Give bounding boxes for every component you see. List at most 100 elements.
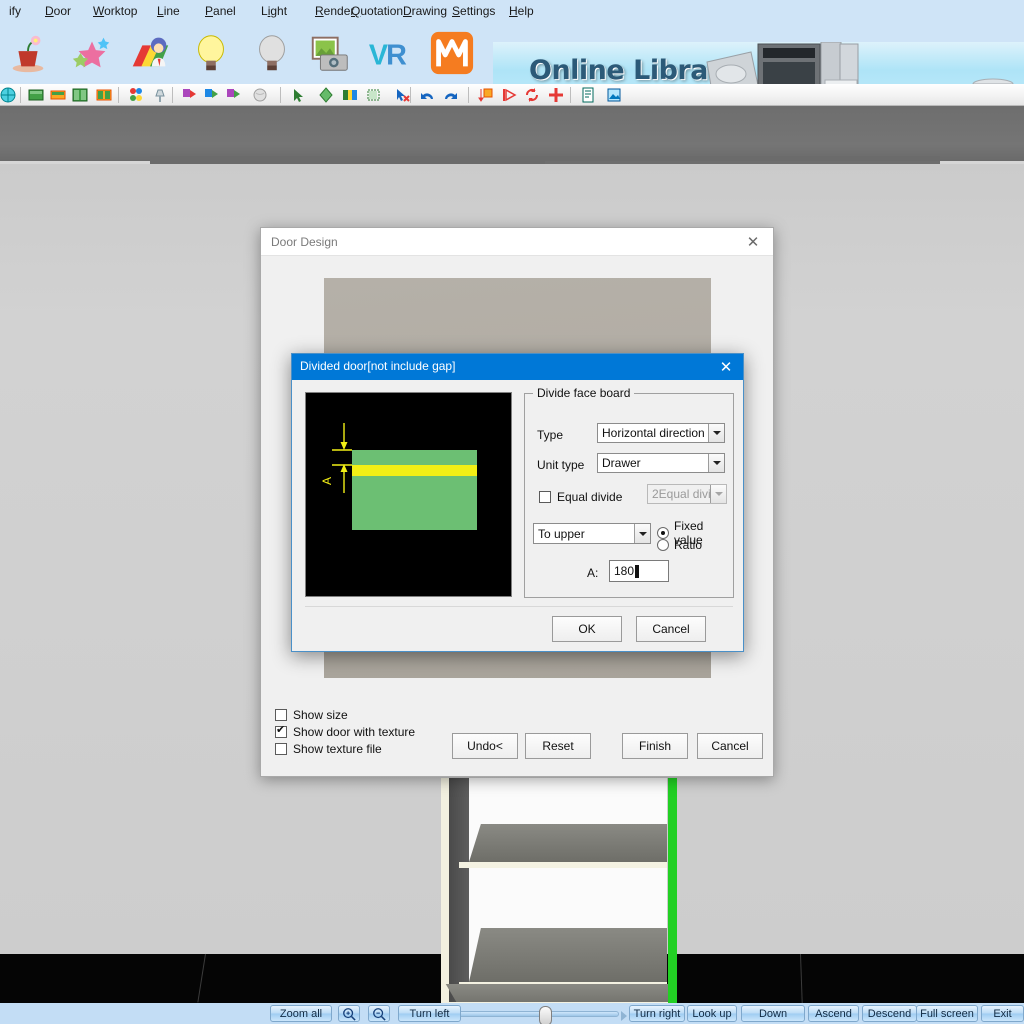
checkbox-show-door-with-texture-box[interactable]	[275, 724, 287, 738]
photo-camera-icon[interactable]	[306, 30, 354, 76]
unit-type-select[interactable]: Drawer	[597, 453, 725, 473]
reset-button[interactable]: Reset	[525, 733, 591, 759]
menu-item-door[interactable]: Door	[36, 0, 80, 22]
secondary-toolbar	[0, 84, 1024, 106]
toolbar-separator	[172, 87, 173, 103]
refresh-icon[interactable]	[524, 87, 540, 103]
design-person-icon[interactable]	[126, 30, 174, 76]
divided-door-title: Divided door[not include gap]	[300, 359, 456, 373]
vr-icon[interactable]: VR	[366, 30, 414, 76]
cabinet-base-icon[interactable]	[28, 87, 44, 103]
cabinet-shelf-top	[469, 824, 667, 862]
slider-right-arrow-icon[interactable]	[621, 1011, 627, 1021]
divided-door-cancel-button[interactable]: Cancel	[636, 616, 706, 642]
wall-upper	[0, 106, 1024, 161]
cancel-button[interactable]: Cancel	[697, 733, 763, 759]
turn-left-button[interactable]: Turn left	[398, 1005, 461, 1022]
chevron-down-icon[interactable]	[634, 524, 650, 543]
svg-text:R: R	[386, 40, 407, 72]
render-green-icon[interactable]	[204, 87, 220, 103]
ascend-button[interactable]: Ascend	[808, 1005, 859, 1022]
cabinet-selected-edge-lower	[668, 952, 677, 1003]
descend-button[interactable]: Descend	[862, 1005, 917, 1022]
slider-track[interactable]	[442, 1011, 619, 1017]
magnifier-plus-icon[interactable]	[338, 1005, 360, 1022]
divided-door-dialog[interactable]: Divided door[not include gap] ✕ A Divide…	[291, 353, 744, 652]
undo-button[interactable]: Undo<	[452, 733, 518, 759]
checkbox-equal-divide[interactable]: Equal divide	[539, 488, 622, 505]
toolbar-separator	[118, 87, 119, 103]
cabinet-wall-icon[interactable]	[72, 87, 88, 103]
online-library-banner[interactable]: Online Library	[493, 42, 1024, 84]
divide-position-select[interactable]: To upper	[533, 523, 651, 544]
divided-door-titlebar[interactable]: Divided door[not include gap] ✕	[292, 354, 743, 380]
menu-item-ify[interactable]: ify	[0, 0, 30, 22]
menu-item-panel[interactable]: Panel	[196, 0, 245, 22]
checkbox-show-size-box[interactable]	[275, 708, 287, 721]
door-design-titlebar[interactable]: Door Design ✕	[261, 228, 773, 256]
document-icon[interactable]	[580, 87, 596, 103]
cabinet-left-panel	[441, 778, 449, 1003]
deselect-icon[interactable]	[394, 87, 410, 103]
exit-button[interactable]: Exit	[981, 1005, 1024, 1022]
color-palette-icon[interactable]	[128, 87, 144, 103]
book-icon[interactable]	[342, 87, 358, 103]
ok-button[interactable]: OK	[552, 616, 622, 642]
cabinet-model[interactable]	[441, 778, 677, 1003]
plant-pot-icon[interactable]	[4, 30, 52, 76]
menu-item-line[interactable]: Line	[148, 0, 189, 22]
light-on-icon[interactable]	[187, 30, 235, 76]
finish-button[interactable]: Finish	[622, 733, 688, 759]
a-value-input[interactable]: 180	[609, 560, 669, 582]
close-icon[interactable]: ✕	[739, 232, 767, 252]
a-value-label: A:	[587, 566, 599, 580]
checkbox-show-texture-file-box[interactable]	[275, 742, 287, 755]
sphere-icon[interactable]	[252, 87, 268, 103]
zoom-all-button[interactable]: Zoom all	[270, 1005, 332, 1022]
effects-star-icon[interactable]	[68, 30, 116, 76]
light-off-icon[interactable]	[248, 30, 296, 76]
menu-item-help[interactable]: Help	[500, 0, 543, 22]
undo-icon[interactable]	[420, 87, 436, 103]
export-image-icon[interactable]	[606, 87, 622, 103]
look-up-button[interactable]: Look up	[687, 1005, 737, 1022]
down-button[interactable]: Down	[741, 1005, 805, 1022]
menu-item-light[interactable]: Light	[252, 0, 296, 22]
render-red-icon[interactable]	[182, 87, 198, 103]
chevron-down-icon[interactable]	[708, 424, 724, 442]
cabinet-tall-icon[interactable]	[96, 87, 112, 103]
move-icon[interactable]	[548, 87, 564, 103]
menu-item-settings[interactable]: Settings	[443, 0, 504, 22]
checkbox-equal-divide-box[interactable]	[539, 490, 551, 503]
magnifier-minus-icon[interactable]	[368, 1005, 390, 1022]
checkbox-show-size[interactable]: Show size	[275, 706, 495, 723]
globe-icon[interactable]	[0, 87, 16, 103]
redo-icon[interactable]	[442, 87, 458, 103]
type-label: Type	[537, 428, 564, 442]
cabinet-drawer-icon[interactable]	[50, 87, 66, 103]
full-screen-button[interactable]: Full screen	[916, 1005, 978, 1022]
equal-divide-count-select[interactable]: 2Equal divide	[647, 484, 727, 504]
rotation-slider[interactable]	[434, 1006, 627, 1024]
divide-position-value: To upper	[538, 526, 585, 541]
render-blue-icon[interactable]	[226, 87, 242, 103]
toolbar-separator	[570, 87, 571, 103]
crop-icon[interactable]	[366, 87, 382, 103]
chevron-down-icon[interactable]	[710, 485, 726, 503]
unit-type-select-value: Drawer	[602, 456, 641, 470]
lamp-icon[interactable]	[152, 87, 168, 103]
m-logo-icon[interactable]	[428, 30, 476, 76]
radio-ratio[interactable]: Ratio	[657, 538, 702, 552]
radio-ratio-dot[interactable]	[657, 539, 669, 551]
flip-vertical-icon[interactable]	[478, 87, 494, 103]
select-arrow-icon[interactable]	[290, 87, 306, 103]
type-select[interactable]: Horizontal direction	[597, 423, 725, 443]
turn-right-button[interactable]: Turn right	[629, 1005, 685, 1022]
close-icon[interactable]: ✕	[713, 357, 739, 377]
chevron-down-icon[interactable]	[708, 454, 724, 472]
flip-horizontal-icon[interactable]	[502, 87, 518, 103]
menu-item-worktop[interactable]: Worktop	[84, 0, 146, 22]
unit-type-label: Unit type	[537, 458, 585, 472]
slider-thumb[interactable]	[539, 1006, 552, 1024]
green-diamond-icon[interactable]	[318, 87, 334, 103]
